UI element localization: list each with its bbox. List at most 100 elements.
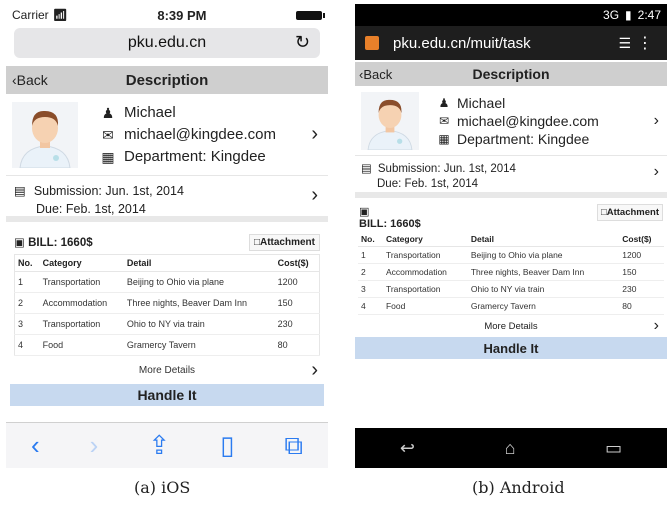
cell: Transportation bbox=[382, 280, 468, 298]
avatar bbox=[361, 91, 419, 150]
dates-section[interactable]: ▤ Submission: Jun. 1st, 2014 Due: Feb. 1s… bbox=[6, 176, 328, 222]
more-details-label: More Details bbox=[138, 364, 196, 376]
col-header-detail: Detail bbox=[123, 254, 275, 272]
more-details-link[interactable]: More Details › bbox=[6, 356, 328, 384]
building-icon: ▦ bbox=[101, 148, 115, 165]
android-screen: 3G ▮ 2:47 pku.edu.cn/muit/task ☰ ⋮ ‹Back… bbox=[355, 4, 667, 468]
chevron-right-icon: › bbox=[311, 358, 318, 381]
profile-department: Department: Kingdee bbox=[457, 130, 590, 147]
building-icon: ▦ bbox=[438, 131, 450, 146]
more-details-link[interactable]: More Details › bbox=[355, 315, 667, 337]
home-nav-icon[interactable]: ⌂ bbox=[505, 438, 516, 459]
cell: 2 bbox=[14, 292, 40, 314]
back-button[interactable]: ‹Back bbox=[12, 72, 48, 88]
back-label: Back bbox=[16, 72, 48, 88]
cell: Transportation bbox=[39, 271, 124, 293]
cell: 4 bbox=[358, 297, 383, 315]
share-icon[interactable]: ⇪ bbox=[148, 430, 170, 461]
cell: Ohio to NY via train bbox=[467, 280, 620, 298]
chevron-right-icon[interactable]: › bbox=[311, 185, 318, 205]
handle-it-button[interactable]: Handle It bbox=[355, 337, 667, 359]
profile-name: Michael bbox=[124, 103, 176, 121]
cell: Transportation bbox=[39, 313, 124, 335]
avatar bbox=[12, 101, 78, 168]
bookmarks-icon[interactable]: ▯ bbox=[220, 430, 234, 461]
url-text: pku.edu.cn bbox=[127, 34, 207, 51]
cell: Accommodation bbox=[39, 292, 124, 314]
profile-email: michael@kingdee.com bbox=[124, 125, 276, 143]
cell: Gramercy Tavern bbox=[123, 334, 275, 356]
table-row: 2 Accommodation Three nights, Beaver Dam I… bbox=[358, 263, 664, 281]
due-date: Due: Feb. 1st, 2014 bbox=[36, 202, 146, 216]
carrier-label: Carrier bbox=[12, 8, 49, 22]
cell: 1200 bbox=[274, 271, 320, 293]
forward-arrow-icon[interactable]: › bbox=[90, 430, 99, 461]
cell: Beijing to Ohio via plane bbox=[123, 271, 275, 293]
tabs-icon[interactable]: ⧉ bbox=[284, 430, 303, 462]
nav-bar: ‹Back Description bbox=[6, 66, 328, 94]
cell: 3 bbox=[14, 313, 40, 335]
cell: Beijing to Ohio via plane bbox=[467, 246, 620, 264]
status-time: 2:47 bbox=[637, 8, 661, 22]
envelope-icon: ✉ bbox=[102, 126, 114, 143]
profile-department: Department: Kingdee bbox=[124, 147, 266, 165]
profile-card[interactable]: ♟ Michael ✉ michael@kingdee.com ▦ Departmen… bbox=[355, 86, 667, 156]
cell: 80 bbox=[619, 297, 664, 315]
bill-header: ▣ BILL: 1660$ □Attachment bbox=[6, 230, 328, 254]
signal-icon: 3G bbox=[603, 8, 620, 22]
caption-android: (b) Android bbox=[472, 478, 565, 497]
nav-bar: ‹Back Description bbox=[355, 62, 667, 86]
chevron-right-icon[interactable]: › bbox=[654, 112, 659, 130]
bill-total: ▣ BILL: 1660$ bbox=[359, 206, 421, 230]
col-header-category: Category bbox=[39, 254, 124, 272]
handle-it-button[interactable]: Handle It bbox=[10, 384, 324, 406]
cell: 150 bbox=[274, 292, 320, 314]
profile-card[interactable]: ♟ Michael ✉ michael@kingdee.com ▦ Departmen… bbox=[6, 94, 328, 176]
attachment-button[interactable]: □Attachment bbox=[596, 204, 663, 221]
reload-icon[interactable]: ↻ bbox=[295, 32, 310, 53]
profile-name: Michael bbox=[457, 94, 506, 111]
carrier: Carrier 📶︎ bbox=[12, 8, 68, 22]
wifi-icon: 📶︎ bbox=[52, 8, 68, 22]
back-label: Back bbox=[363, 66, 393, 82]
table-row: 2 Accommodation Three nights, Beaver Dam I… bbox=[14, 292, 320, 314]
cell: 230 bbox=[619, 280, 664, 298]
cell: Food bbox=[39, 334, 124, 356]
action-bar: pku.edu.cn/muit/task ☰ ⋮ bbox=[355, 26, 667, 60]
back-nav-icon[interactable]: ↩ bbox=[400, 438, 415, 459]
chevron-right-icon[interactable]: › bbox=[654, 164, 659, 180]
dates-section[interactable]: ▤ Submission: Jun. 1st, 2014 Due: Feb. 1s… bbox=[355, 156, 667, 198]
table-row: 3 Transportation Ohio to NY via train 230 bbox=[358, 280, 664, 298]
cell: Ohio to NY via train bbox=[123, 313, 275, 335]
safari-toolbar: ‹ › ⇪ ▯ ⧉ bbox=[6, 422, 328, 468]
back-arrow-icon[interactable]: ‹ bbox=[31, 430, 40, 461]
table-row: 4 Food Gramercy Tavern 80 bbox=[358, 297, 664, 315]
overflow-menu-icon[interactable]: ⋮ bbox=[637, 33, 653, 53]
cell: 3 bbox=[358, 280, 383, 298]
calendar-icon: ▤ bbox=[361, 163, 372, 175]
battery-icon: ▮ bbox=[625, 8, 632, 22]
cell: Transportation bbox=[382, 246, 468, 264]
tabs-icon[interactable]: ☰ bbox=[618, 35, 631, 52]
chevron-right-icon[interactable]: › bbox=[311, 123, 318, 146]
page-title: Description bbox=[125, 71, 209, 89]
back-button[interactable]: ‹Back bbox=[359, 67, 392, 82]
submission-date: Submission: Jun. 1st, 2014 bbox=[377, 163, 516, 175]
col-header-detail: Detail bbox=[467, 232, 620, 247]
profile-info: ♟ Michael ✉ michael@kingdee.com ▦ Departmen… bbox=[100, 102, 276, 168]
col-header-no: No. bbox=[14, 254, 40, 272]
url-bar[interactable]: pku.edu.cn ↻ bbox=[14, 28, 320, 58]
cell: 150 bbox=[619, 263, 664, 281]
bill-header: ▣ BILL: 1660$ □Attachment bbox=[355, 204, 667, 230]
table-row: 4 Food Gramercy Tavern 80 bbox=[14, 334, 320, 356]
person-icon: ♟ bbox=[438, 95, 450, 110]
recents-nav-icon[interactable]: ▭ bbox=[605, 438, 622, 459]
person-icon: ♟ bbox=[101, 104, 115, 121]
attachment-button[interactable]: □Attachment bbox=[248, 233, 320, 251]
page-title: Description bbox=[472, 66, 550, 82]
envelope-icon: ✉ bbox=[438, 113, 450, 128]
attachment-label: Attachment bbox=[606, 207, 659, 218]
cell: 1 bbox=[358, 246, 383, 264]
table-row: 3 Transportation Ohio to NY via train 230 bbox=[14, 313, 320, 335]
url-text[interactable]: pku.edu.cn/muit/task bbox=[393, 35, 531, 52]
